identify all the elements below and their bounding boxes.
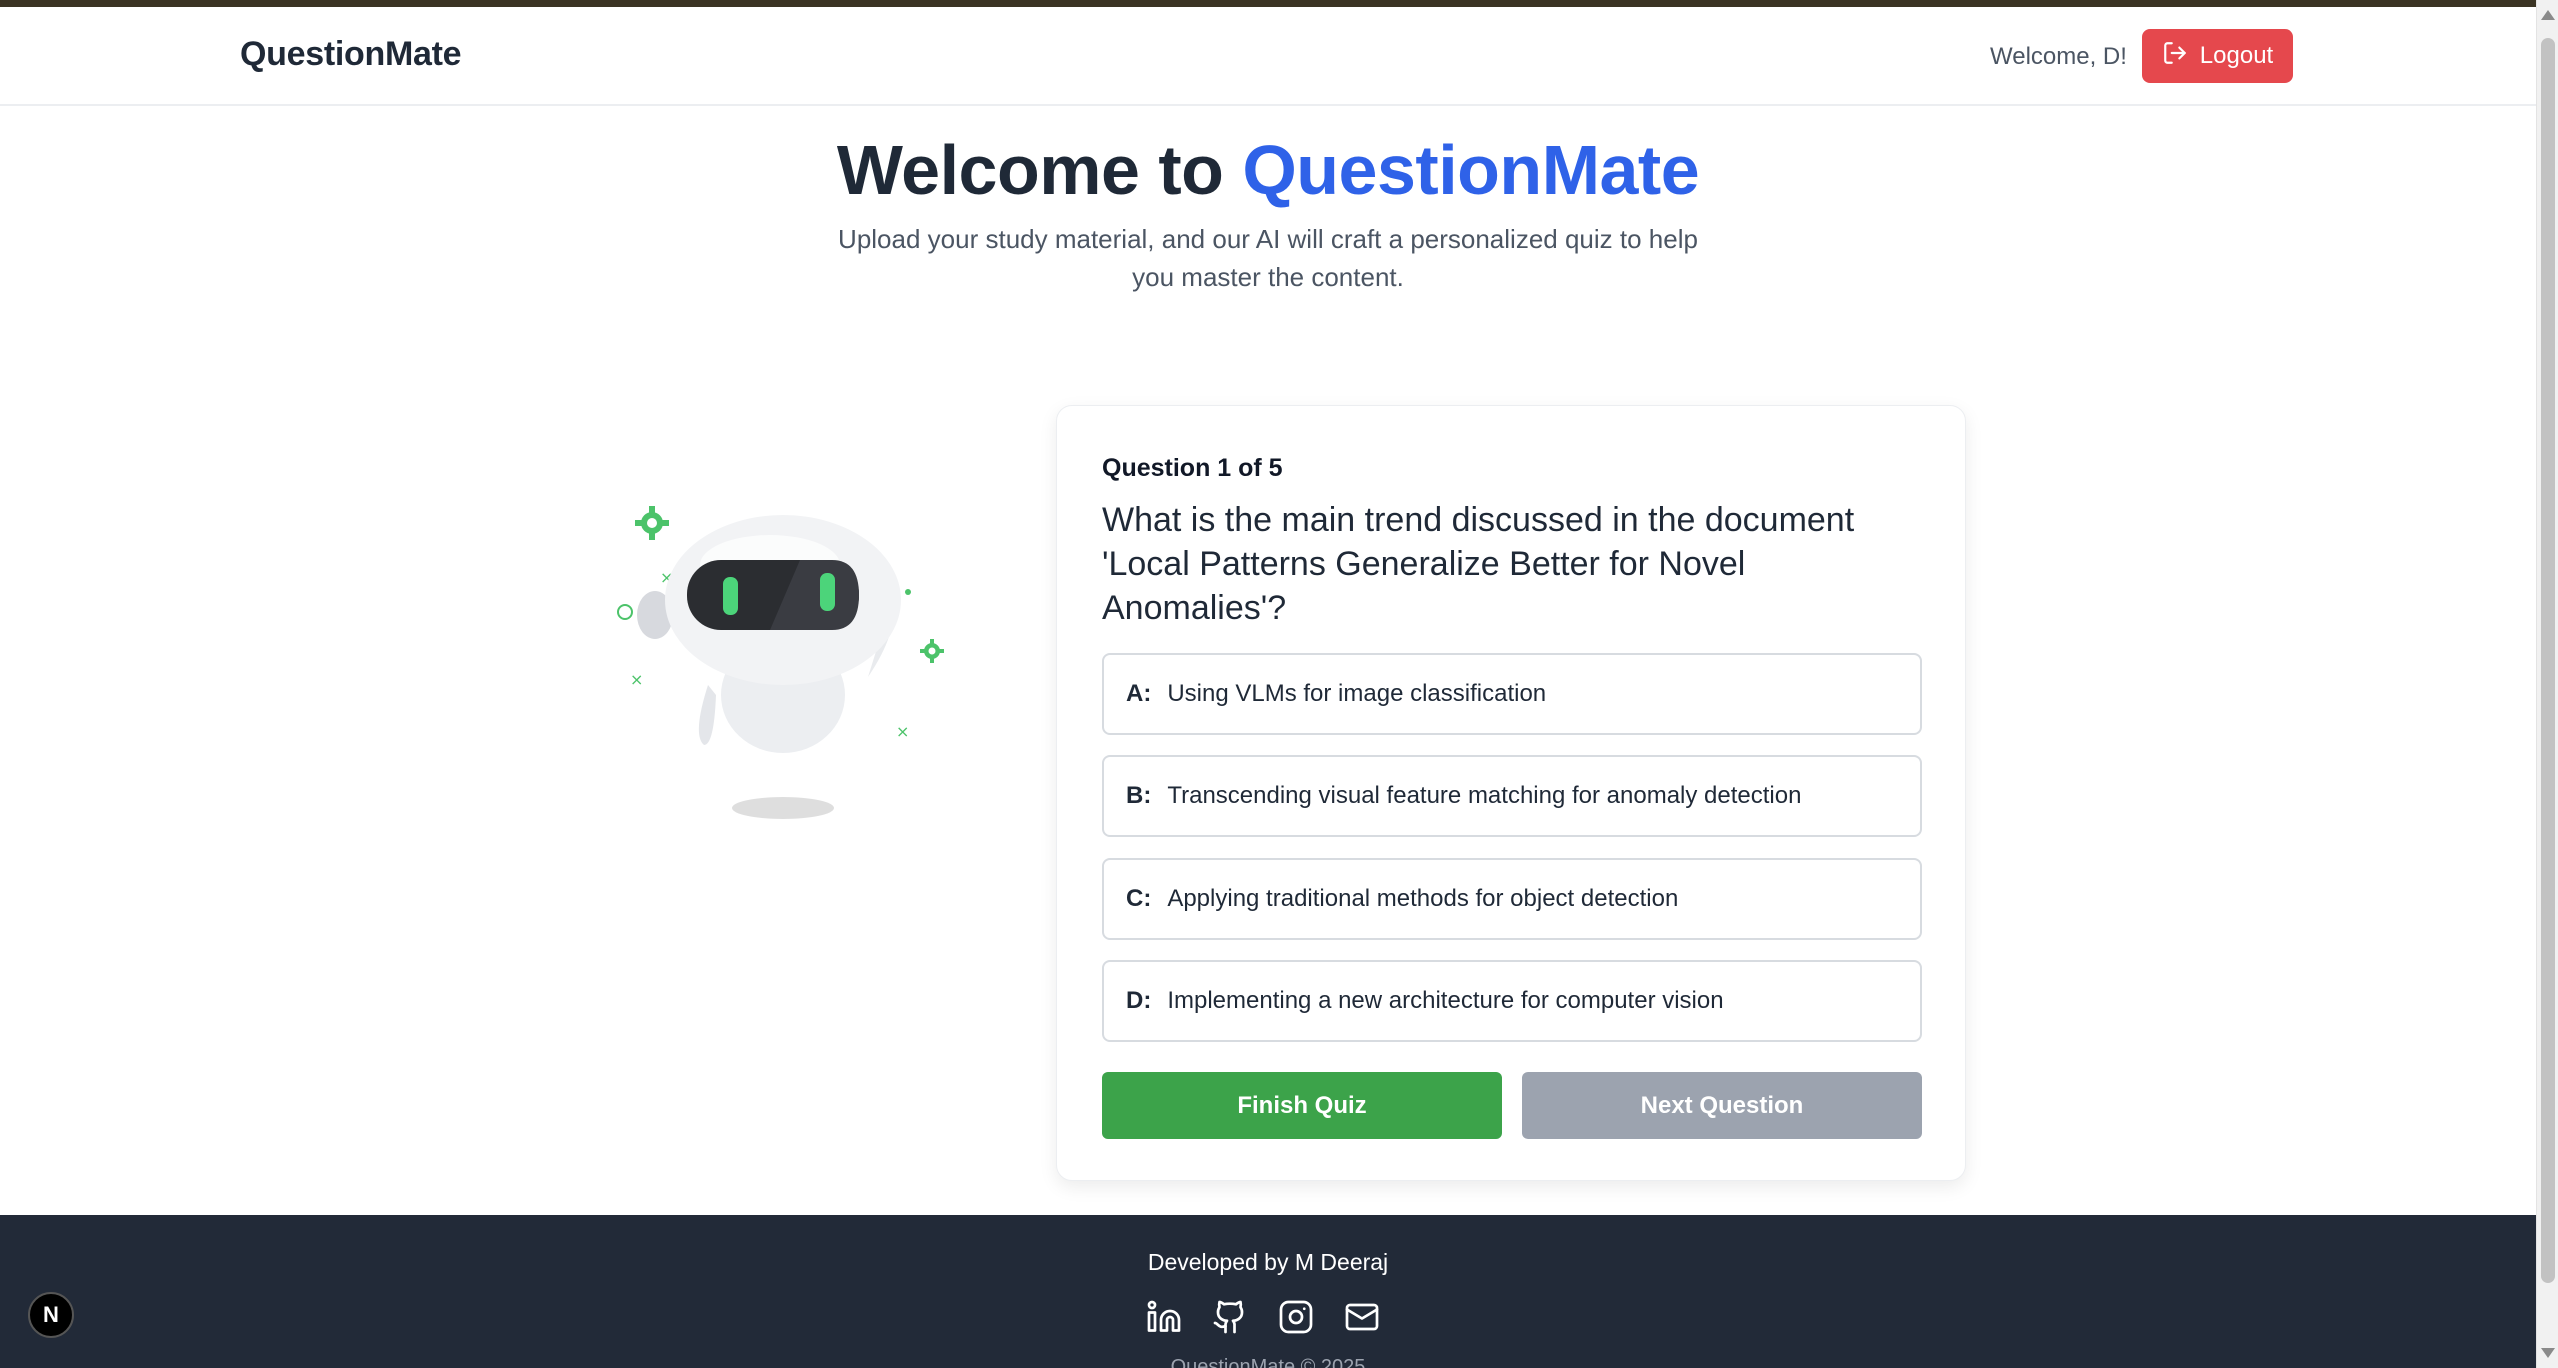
logout-button[interactable]: Logout (2142, 29, 2293, 83)
title-accent: QuestionMate (1242, 131, 1700, 209)
option-letter: D: (1126, 987, 1152, 1014)
svg-text:×: × (896, 722, 909, 741)
logout-label: Logout (2199, 42, 2274, 69)
page-scrollbar[interactable] (2536, 0, 2558, 1368)
option-letter: C: (1126, 885, 1152, 912)
developer-credit: Developed by M Deeraj (1147, 1249, 1389, 1275)
question-counter: Question 1 of 5 (1102, 454, 1283, 482)
scroll-down-arrow-icon[interactable] (2541, 1348, 2555, 1358)
scrollbar-thumb[interactable] (2541, 38, 2555, 1283)
option-text: Using VLMs for image classification (1167, 680, 1547, 707)
navbar: QuestionMate Welcome, D! Logout (0, 7, 2536, 106)
option-d[interactable]: D: Implementing a new architecture for c… (1102, 960, 1922, 1042)
option-b[interactable]: B: Transcending visual feature matching … (1102, 755, 1922, 837)
title-prefix: Welcome to (836, 131, 1224, 209)
svg-text:×: × (630, 670, 643, 689)
question-text: What is the main trend discussed in the … (1102, 501, 1855, 627)
scroll-up-arrow-icon[interactable] (2541, 10, 2555, 20)
page-title: Welcome to QuestionMate (0, 130, 2536, 210)
page-subtitle: Upload your study material, and our AI w… (838, 224, 1698, 292)
copyright-text: QuestionMate © 2025 (1170, 1356, 1366, 1368)
social-links (1146, 1299, 1380, 1335)
github-icon[interactable] (1212, 1299, 1248, 1335)
next-question-button[interactable]: Next Question (1522, 1072, 1922, 1139)
option-c[interactable]: C: Applying traditional methods for obje… (1102, 858, 1922, 940)
browser-top-strip (0, 0, 2536, 7)
robot-illustration: × × × (600, 495, 960, 835)
gear-icon (920, 639, 944, 663)
welcome-user-text: Welcome, D! (1990, 43, 2127, 70)
option-text: Implementing a new architecture for comp… (1167, 987, 1724, 1014)
option-a[interactable]: A: Using VLMs for image classification (1102, 653, 1922, 735)
brand-logo[interactable]: QuestionMate (240, 35, 462, 74)
option-text: Applying traditional methods for object … (1167, 885, 1679, 912)
footer: Developed by M Deeraj QuestionMate © 202… (0, 1215, 2536, 1368)
gear-icon (635, 506, 669, 540)
option-text: Transcending visual feature matching for… (1167, 782, 1802, 809)
mail-icon[interactable] (1344, 1299, 1380, 1335)
option-letter: A: (1126, 680, 1152, 707)
nextjs-dev-badge[interactable]: N (28, 1292, 74, 1338)
logout-icon (2162, 40, 2188, 73)
finish-quiz-button[interactable]: Finish Quiz (1102, 1072, 1502, 1139)
linkedin-icon[interactable] (1146, 1299, 1182, 1335)
option-letter: B: (1126, 782, 1152, 809)
quiz-card: Question 1 of 5 What is the main trend d… (1056, 405, 1966, 1181)
instagram-icon[interactable] (1278, 1299, 1314, 1335)
